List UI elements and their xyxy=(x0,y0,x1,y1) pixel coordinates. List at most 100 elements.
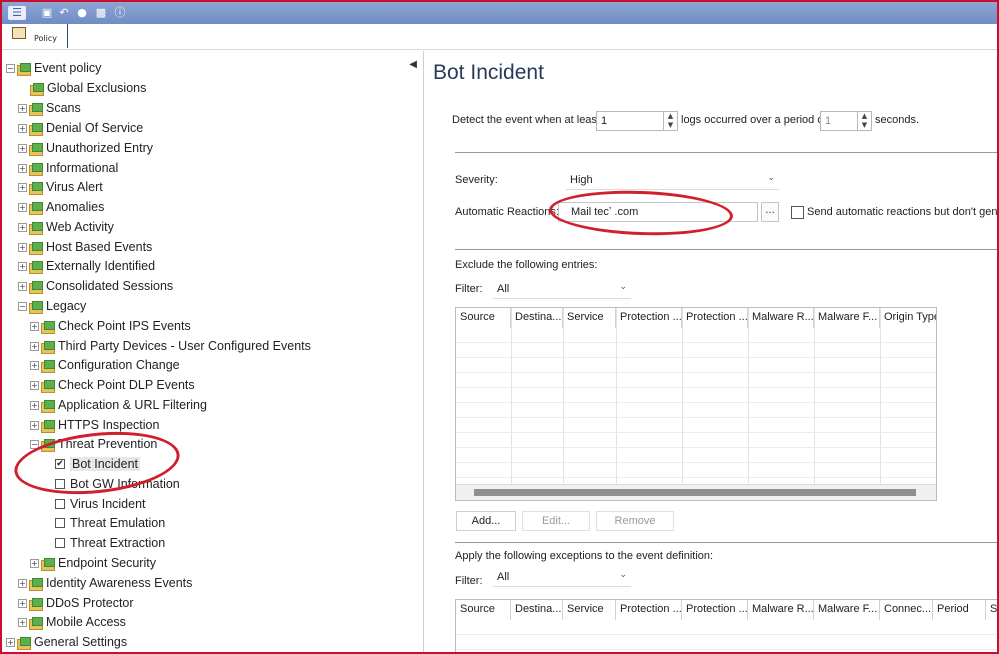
exclude-entries-table[interactable]: Source Destina... Service Protection ...… xyxy=(455,307,937,501)
tree-node-denial-of-service[interactable]: + Denial Of Service xyxy=(18,118,143,138)
column-header[interactable]: Source xyxy=(456,600,511,620)
expand-icon[interactable]: + xyxy=(18,242,27,252)
tree-node-anomalies[interactable]: + Anomalies xyxy=(18,197,104,217)
tree-node-informational[interactable]: + Informational xyxy=(18,158,118,178)
severity-select[interactable]: High ⌄ xyxy=(566,172,779,190)
expand-icon[interactable]: + xyxy=(18,202,27,212)
checkbox-checked[interactable]: ✔ xyxy=(55,459,65,469)
exclude-filter-select[interactable]: All ⌄ xyxy=(493,281,631,299)
tree-node-host-based-events[interactable]: + Host Based Events xyxy=(18,237,152,257)
tree-node-mobile-access[interactable]: + Mobile Access xyxy=(18,612,126,632)
help-icon[interactable]: ⓘ xyxy=(113,6,127,20)
column-header[interactable]: Service xyxy=(563,308,616,328)
tree-node-configuration-change[interactable]: + Configuration Change xyxy=(30,355,180,375)
tree-node-threat-emulation[interactable]: Threat Emulation xyxy=(55,513,165,533)
expand-icon[interactable]: + xyxy=(18,598,27,608)
column-header[interactable]: Malware F... xyxy=(814,308,880,328)
tree-node-virus-incident[interactable]: Virus Incident xyxy=(55,494,146,514)
column-header[interactable]: Destina... xyxy=(511,600,563,620)
column-header[interactable]: Destina... xyxy=(511,308,563,328)
expand-icon[interactable]: + xyxy=(18,163,27,173)
expand-icon[interactable]: + xyxy=(30,341,39,351)
expand-icon[interactable]: + xyxy=(18,103,27,113)
image-icon[interactable]: ▩ xyxy=(94,6,108,20)
collapse-pane-icon[interactable]: ◀ xyxy=(409,59,417,70)
tree-node-https-inspection[interactable]: + HTTPS Inspection xyxy=(30,415,159,435)
expand-icon[interactable]: + xyxy=(30,321,39,331)
undo-icon[interactable]: ↶ xyxy=(57,6,71,20)
column-header[interactable]: Protection ... xyxy=(682,600,748,620)
logs-count-stepper[interactable]: 1 ▲ ▼ xyxy=(596,111,678,131)
column-header[interactable]: Protection ... xyxy=(616,308,682,328)
column-header[interactable]: Period xyxy=(933,600,986,620)
tree-node-threat-prevention[interactable]: − Threat Prevention xyxy=(30,434,157,454)
exceptions-table[interactable]: Source Destina... Service Protection ...… xyxy=(455,599,997,652)
info-circle-icon[interactable]: ● xyxy=(75,6,89,20)
tree-node-ddos-protector[interactable]: + DDoS Protector xyxy=(18,593,134,613)
expand-icon[interactable]: + xyxy=(6,637,15,647)
tree-node-scans[interactable]: + Scans xyxy=(18,98,81,118)
column-header[interactable]: Malware F... xyxy=(814,600,880,620)
checkbox[interactable] xyxy=(55,499,65,509)
column-header[interactable]: So xyxy=(986,600,997,620)
tree-node-consolidated-sessions[interactable]: + Consolidated Sessions xyxy=(18,276,173,296)
tree-node-unauthorized-entry[interactable]: + Unauthorized Entry xyxy=(18,138,153,158)
stepper-arrows-icon[interactable]: ▲ ▼ xyxy=(663,112,677,130)
tree-node-bot-gw-information[interactable]: Bot GW Information xyxy=(55,474,180,494)
edit-button[interactable]: Edit... xyxy=(522,511,590,531)
column-header[interactable]: Protection ... xyxy=(682,308,748,328)
tree-node-event-policy[interactable]: − Event policy xyxy=(6,58,101,78)
expand-icon[interactable]: + xyxy=(18,261,27,271)
ribbon-tab-policy[interactable]: Policy xyxy=(6,24,68,48)
expand-icon[interactable]: + xyxy=(18,182,27,192)
period-stepper[interactable]: 1 ▲ ▼ xyxy=(820,111,872,131)
column-header[interactable]: Origin Type xyxy=(880,308,936,328)
column-header[interactable]: Connec... xyxy=(880,600,933,620)
column-header[interactable]: Malware R... xyxy=(748,308,814,328)
expand-icon[interactable]: + xyxy=(30,360,39,370)
expand-icon[interactable]: + xyxy=(30,558,39,568)
expand-icon[interactable]: + xyxy=(18,143,27,153)
checkbox[interactable] xyxy=(55,538,65,548)
tree-node-externally-identified[interactable]: + Externally Identified xyxy=(18,256,155,276)
checkbox[interactable] xyxy=(55,479,65,489)
tree-node-check-point-dlp-events[interactable]: + Check Point DLP Events xyxy=(30,375,195,395)
tree-node-virus-alert[interactable]: + Virus Alert xyxy=(18,177,103,197)
tree-node-web-activity[interactable]: + Web Activity xyxy=(18,217,114,237)
tree-node-threat-extraction[interactable]: Threat Extraction xyxy=(55,533,165,553)
column-header[interactable]: Malware R... xyxy=(748,600,814,620)
checkbox[interactable] xyxy=(55,518,65,528)
expand-icon[interactable]: + xyxy=(18,578,27,588)
expand-icon[interactable]: + xyxy=(18,222,27,232)
expand-icon[interactable]: + xyxy=(30,380,39,390)
collapse-icon[interactable]: − xyxy=(30,439,39,449)
tree-node-endpoint-security[interactable]: + Endpoint Security xyxy=(30,553,156,573)
browse-reactions-button[interactable]: ... xyxy=(761,202,779,222)
expand-icon[interactable]: + xyxy=(18,281,27,291)
collapse-icon[interactable]: − xyxy=(6,63,15,73)
expand-icon[interactable]: + xyxy=(18,617,27,627)
horizontal-scrollbar[interactable] xyxy=(456,484,936,500)
add-button[interactable]: Add... xyxy=(456,511,516,531)
column-header[interactable]: Protection ... xyxy=(616,600,682,620)
tree-node-third-party-devices[interactable]: + Third Party Devices - User Configured E… xyxy=(30,336,311,356)
automatic-reactions-field[interactable]: Mail tecʼ .com xyxy=(558,202,758,222)
tree-node-check-point-ips-events[interactable]: + Check Point IPS Events xyxy=(30,316,191,336)
expand-icon[interactable]: + xyxy=(30,420,39,430)
save-icon[interactable]: ▣ xyxy=(40,6,54,20)
tree-node-global-exclusions[interactable]: Global Exclusions xyxy=(30,78,146,98)
exceptions-filter-select[interactable]: All ⌄ xyxy=(493,569,631,587)
collapse-icon[interactable]: − xyxy=(18,301,27,311)
remove-button[interactable]: Remove xyxy=(596,511,674,531)
column-header[interactable]: Source xyxy=(456,308,511,328)
stepper-arrows-icon[interactable]: ▲ ▼ xyxy=(857,112,871,130)
send-auto-reactions-checkbox[interactable] xyxy=(791,206,804,219)
scrollbar-thumb[interactable] xyxy=(474,489,916,496)
tree-node-legacy[interactable]: − Legacy xyxy=(18,296,86,316)
expand-icon[interactable]: + xyxy=(30,400,39,410)
expand-icon[interactable]: + xyxy=(18,123,27,133)
tree-node-identity-awareness-events[interactable]: + Identity Awareness Events xyxy=(18,573,192,593)
tree-node-application-url-filtering[interactable]: + Application & URL Filtering xyxy=(30,395,207,415)
column-header[interactable]: Service xyxy=(563,600,616,620)
tree-node-bot-incident[interactable]: ✔ Bot Incident xyxy=(55,454,141,474)
